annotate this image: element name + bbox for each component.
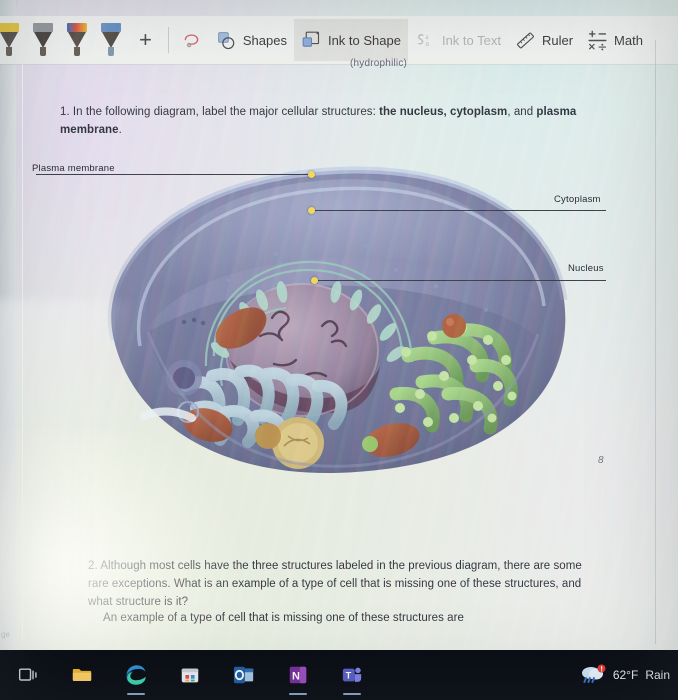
question-1-text: 1. In the following diagram, label the m… xyxy=(60,104,605,140)
pen-blue[interactable] xyxy=(94,19,128,61)
clipped-side-text: ge xyxy=(1,630,10,639)
taskbar-item-task-view[interactable] xyxy=(8,650,48,700)
anchor-dot-plasma-membrane xyxy=(308,171,315,178)
screen-left-edge xyxy=(0,0,16,652)
add-pen-button[interactable]: + xyxy=(128,19,163,61)
toolbar-item-ink-to-text[interactable]: a a Ink to Text xyxy=(408,19,508,61)
running-indicator xyxy=(289,693,307,695)
math-icon xyxy=(587,30,608,51)
taskbar-item-outlook[interactable] xyxy=(224,650,264,700)
diagram-label-nucleus: Nucleus xyxy=(568,263,604,274)
highlighter-yellow-icon xyxy=(0,23,19,57)
toolbar-label-math: Math xyxy=(614,32,643,48)
q1-prefix: 1. In the following diagram, label the m… xyxy=(60,106,380,118)
taskbar-weather-widget[interactable]: 62°F Rain xyxy=(580,650,670,700)
leader-line-nucleus xyxy=(314,280,606,281)
shapes-icon xyxy=(216,30,237,51)
diagram-label-plasma-membrane: Plasma membrane xyxy=(32,163,115,174)
toolbar-item-shapes[interactable]: Shapes xyxy=(209,19,294,61)
cell-illustration xyxy=(107,166,568,474)
page-number: 8 xyxy=(598,455,604,466)
leader-line-plasma-membrane xyxy=(36,174,313,175)
lasso-select-icon xyxy=(181,30,202,51)
svg-text:a: a xyxy=(425,38,429,47)
anchor-dot-nucleus xyxy=(311,277,318,284)
outlook-icon xyxy=(233,666,254,684)
taskbar-item-file-explorer[interactable] xyxy=(62,650,102,700)
file-explorer-icon xyxy=(72,669,92,681)
microsoft-teams-icon: T xyxy=(342,667,362,682)
toolbar-item-ink-to-shape[interactable]: Ink to Shape xyxy=(293,19,408,61)
pencil-gray-icon xyxy=(33,23,53,57)
pen-rainbow[interactable] xyxy=(60,19,94,61)
onenote-icon: N xyxy=(289,666,307,684)
toolbar-divider xyxy=(167,27,169,53)
toolbar-label-shapes: Shapes xyxy=(242,32,287,48)
rain-cloud-icon xyxy=(580,664,606,686)
svg-text:T: T xyxy=(346,671,352,681)
diagram-label-cytoplasm: Cytoplasm xyxy=(554,194,601,205)
leader-line-cytoplasm xyxy=(311,210,606,211)
weather-temperature: 62°F xyxy=(612,668,639,682)
pen-pencil-gray[interactable] xyxy=(26,19,60,61)
toolbar-label-ink-to-shape: Ink to Shape xyxy=(327,32,401,48)
toolbar-item-math[interactable]: Math xyxy=(580,19,650,61)
q1-mid: , and xyxy=(507,106,537,118)
taskbar-item-microsoft-store[interactable] xyxy=(170,650,210,700)
ruler-icon xyxy=(515,30,536,51)
anchor-dot-cytoplasm xyxy=(308,207,315,214)
toolbar-label-ruler: Ruler xyxy=(541,32,574,48)
lasso-select-button[interactable] xyxy=(174,19,209,61)
windows-taskbar: N T 62°F Rain xyxy=(0,650,678,700)
pen-highlighter-yellow[interactable] xyxy=(0,19,26,61)
weather-condition: Rain xyxy=(645,668,670,682)
question-2-answer-prompt: An example of a type of cell that is mis… xyxy=(103,612,464,624)
toolbar-item-ruler[interactable]: Ruler xyxy=(508,19,580,61)
draw-toolbar: + Shapes Ink to Shape a a Ink to Text Ru… xyxy=(0,16,678,64)
laptop-screen-photo: + Shapes Ink to Shape a a Ink to Text Ru… xyxy=(0,0,678,700)
pen-rainbow-icon xyxy=(67,23,87,57)
pen-blue-icon xyxy=(101,23,121,57)
ink-to-shape-icon xyxy=(301,30,322,51)
question-2-text: 2. Although most cells have the three st… xyxy=(88,560,582,608)
plus-icon: + xyxy=(139,27,152,52)
page-right-edge xyxy=(655,40,656,644)
microsoft-store-icon xyxy=(181,668,199,683)
q1-suffix: . xyxy=(118,123,122,136)
page-left-edge xyxy=(22,64,23,642)
microsoft-edge-icon xyxy=(126,665,146,685)
svg-text:N: N xyxy=(292,671,300,683)
taskbar-item-microsoft-teams[interactable]: T xyxy=(332,650,372,700)
toolbar-label-ink-to-text: Ink to Text xyxy=(441,32,501,48)
ink-to-text-icon: a a xyxy=(415,30,436,51)
task-view-icon xyxy=(18,668,37,681)
taskbar-item-onenote[interactable]: N xyxy=(278,650,318,700)
running-indicator xyxy=(343,693,361,695)
running-indicator xyxy=(127,693,145,695)
cell-diagram xyxy=(36,150,636,490)
taskbar-item-microsoft-edge[interactable] xyxy=(116,650,156,700)
q1-bold-1: the nucleus, cytoplasm xyxy=(379,106,508,118)
clipped-previous-text: (hydrophilic) xyxy=(350,58,408,69)
